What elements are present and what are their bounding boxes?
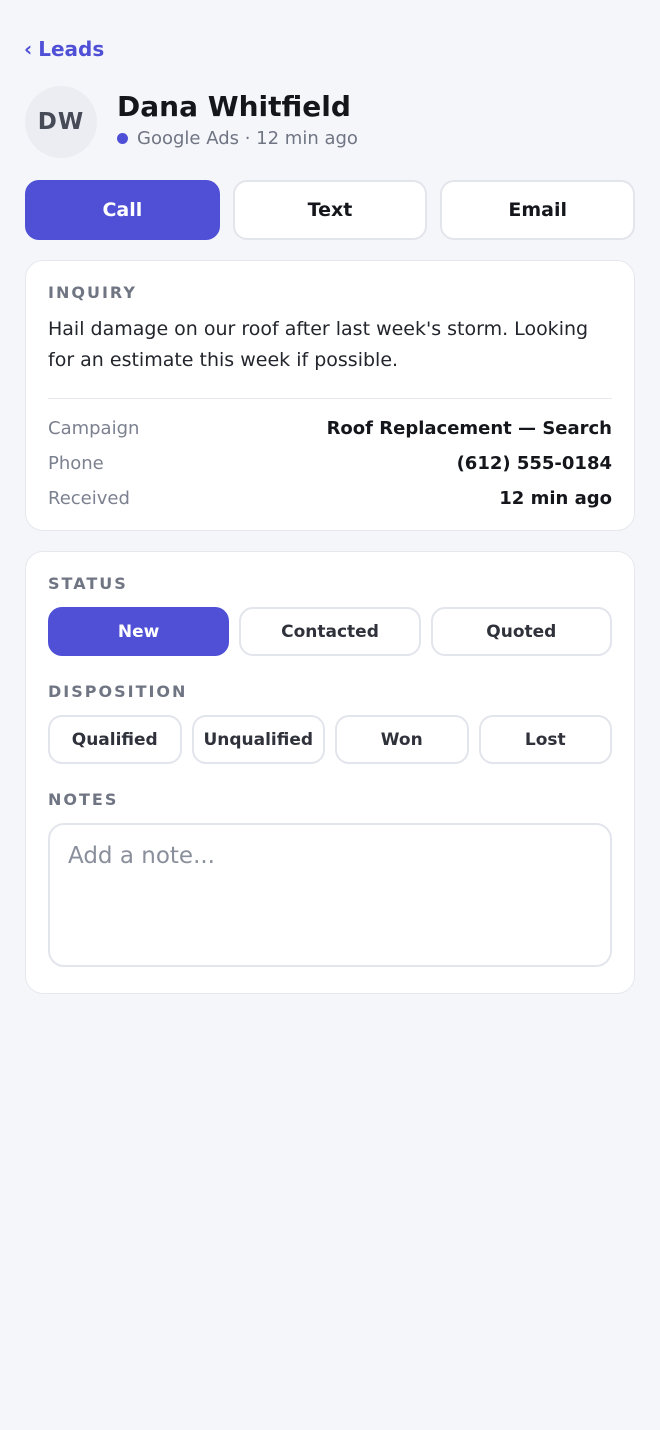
detail-key: Phone: [48, 453, 104, 474]
detail-row-phone: Phone (612) 555-0184: [48, 446, 612, 481]
disposition-options: Qualified Unqualified Won Lost: [48, 715, 612, 764]
disposition-label: DISPOSITION: [48, 682, 188, 701]
detail-row-campaign: Campaign Roof Replacement — Search: [48, 411, 612, 446]
avatar: DW: [25, 86, 97, 158]
avatar-initials: DW: [37, 109, 85, 135]
inquiry-card: INQUIRY Hail damage on our roof after la…: [25, 260, 635, 531]
status-label: STATUS: [48, 574, 128, 593]
detail-key: Campaign: [48, 418, 140, 439]
email-button[interactable]: Email: [440, 180, 636, 240]
detail-value: 12 min ago: [499, 488, 612, 509]
lead-name: Dana Whitfield: [117, 90, 351, 123]
status-option-contacted[interactable]: Contacted: [239, 607, 421, 656]
chevron-left-icon: ‹: [24, 37, 33, 61]
text-button[interactable]: Text: [232, 180, 428, 240]
back-to-leads-link[interactable]: ‹ Leads: [24, 37, 104, 61]
status-option-quoted[interactable]: Quoted: [430, 607, 612, 656]
status-option-new[interactable]: New: [48, 607, 230, 656]
lead-details: Campaign Roof Replacement — Search Phone…: [48, 411, 612, 516]
back-link-label: Leads: [38, 37, 105, 61]
detail-value: (612) 555-0184: [456, 453, 612, 474]
notes-label: NOTES: [48, 790, 119, 809]
detail-row-received: Received 12 min ago: [48, 481, 612, 516]
status-card: STATUS New Contacted Quoted DISPOSITION …: [25, 551, 635, 994]
divider: [48, 398, 612, 399]
disposition-option-won[interactable]: Won: [335, 715, 469, 764]
disposition-option-unqualified[interactable]: Unqualified: [191, 715, 325, 764]
lead-source-meta: Google Ads · 12 min ago: [117, 128, 358, 149]
call-button[interactable]: Call: [25, 180, 220, 240]
inquiry-label: INQUIRY: [48, 283, 137, 302]
status-options: New Contacted Quoted: [48, 607, 612, 656]
lead-source-text: Google Ads · 12 min ago: [137, 128, 358, 149]
disposition-option-qualified[interactable]: Qualified: [48, 715, 182, 764]
source-dot-icon: [117, 133, 128, 144]
disposition-option-lost[interactable]: Lost: [478, 715, 612, 764]
inquiry-message: Hail damage on our roof after last week'…: [48, 318, 589, 371]
contact-actions: Call Text Email: [25, 180, 636, 240]
notes-input[interactable]: [48, 823, 612, 967]
detail-key: Received: [48, 488, 130, 509]
detail-value: Roof Replacement — Search: [326, 418, 612, 439]
